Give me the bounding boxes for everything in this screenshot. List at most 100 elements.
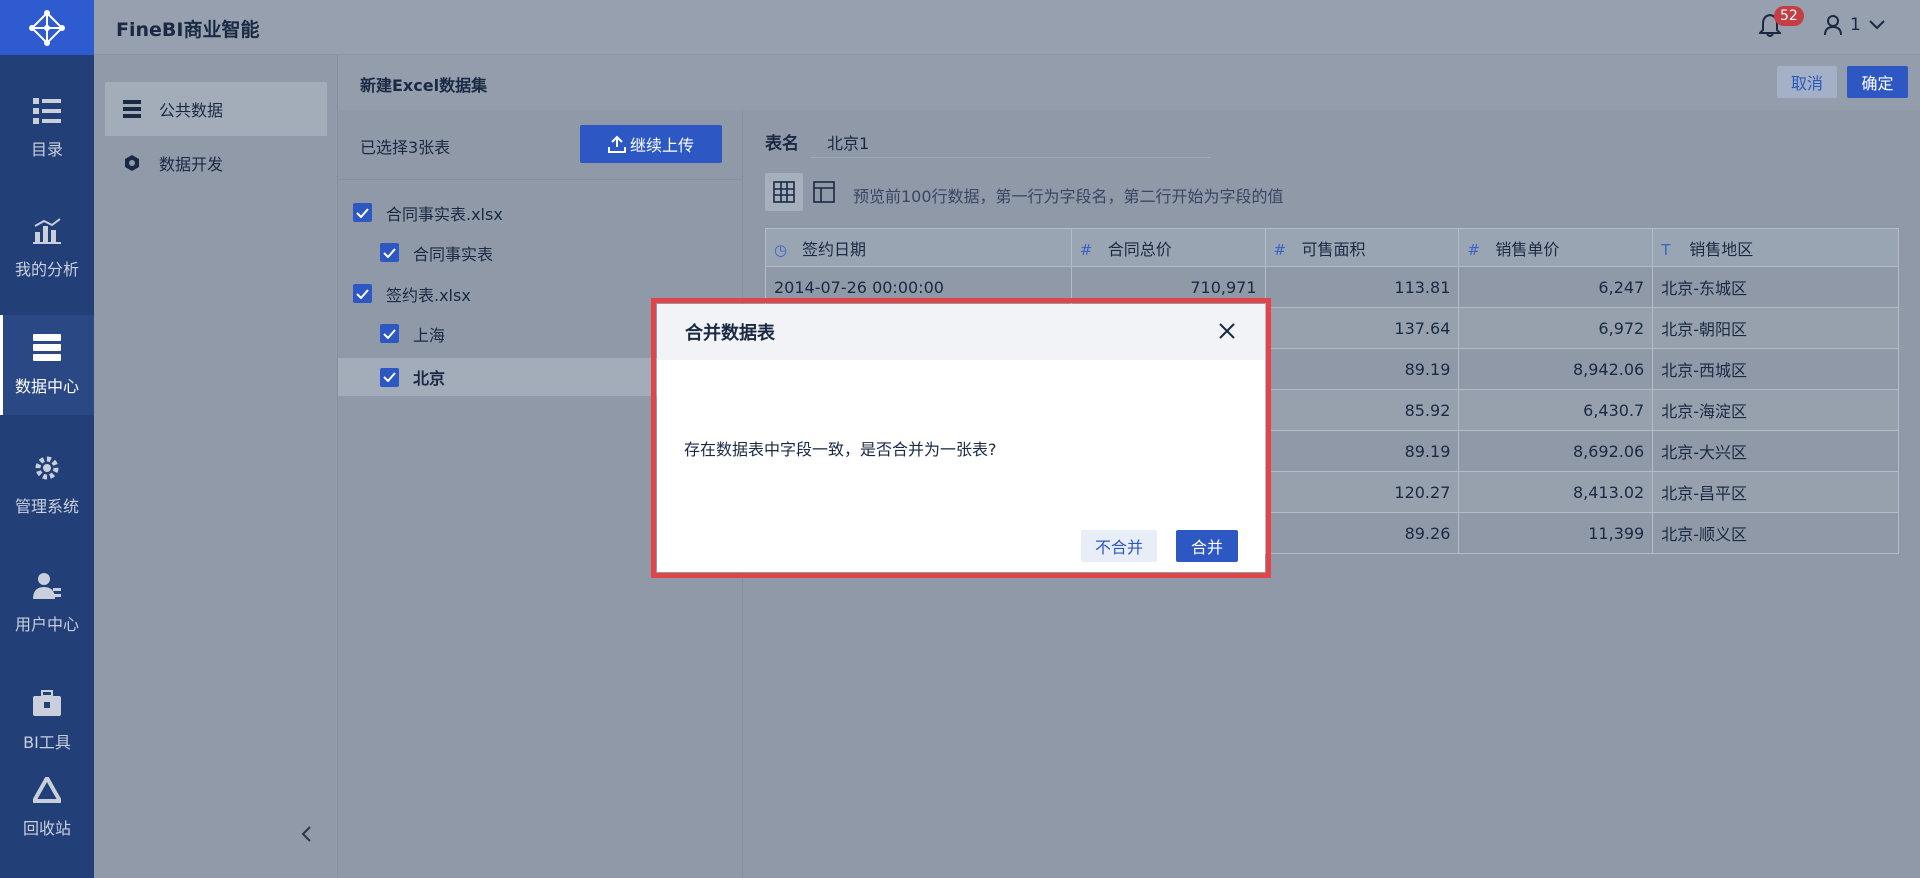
checkbox-checked-icon[interactable] [353, 284, 372, 303]
table-cell: 8,942.06 [1458, 348, 1654, 390]
table-cell: 北京-大兴区 [1652, 430, 1899, 472]
dialog-header: 合并数据表 [657, 304, 1265, 360]
notification-badge: 52 [1774, 6, 1804, 26]
table-cell: 120.27 [1264, 471, 1460, 513]
table-cell: 85.92 [1264, 389, 1460, 431]
layout-icon [813, 181, 835, 203]
table-cell: 北京-东城区 [1652, 266, 1899, 308]
column-name: 可售面积 [1301, 239, 1366, 259]
nav-item-data-center[interactable]: 数据中心 [0, 315, 94, 415]
table-cell: 11,399 [1458, 512, 1654, 554]
tree-item-file[interactable]: 合同事实表.xlsx [338, 196, 742, 229]
table-cell: 6,430.7 [1458, 389, 1654, 431]
catalog-icon [32, 96, 62, 126]
finebi-logo[interactable] [0, 0, 94, 55]
number-type-icon[interactable]: # [1467, 241, 1495, 259]
column-name: 销售单价 [1495, 239, 1560, 259]
table-cell: 北京-西城区 [1652, 348, 1899, 390]
table-cell: 北京-昌平区 [1652, 471, 1899, 513]
checkbox-checked-icon[interactable] [380, 367, 399, 387]
divider [338, 179, 742, 180]
table-cell: 北京-顺义区 [1652, 512, 1899, 554]
merge-button[interactable]: 合并 [1176, 530, 1238, 562]
number-type-icon[interactable]: # [1274, 241, 1302, 259]
upload-icon [607, 135, 626, 153]
nav-label: 目录 [30, 140, 63, 159]
table-name-label: 表名 [765, 134, 799, 154]
dialog-title: 合并数据表 [685, 323, 775, 344]
data-dev-icon [125, 155, 139, 171]
user-name: 1 [1850, 15, 1861, 35]
page-title: 新建Excel数据集 [360, 76, 488, 95]
table-cell: 6,247 [1458, 266, 1654, 308]
column-name: 合同总价 [1107, 239, 1172, 259]
main-nav: 目录 我的分析 数据中心 管理系统 用户中心 BI工具 回收站 [0, 0, 94, 878]
dataset-toolbar: 新建Excel数据集 取消 确定 [338, 55, 1920, 110]
merge-tables-dialog: 合并数据表 存在数据表中字段一致，是否合并为一张表? 不合并 合并 [657, 304, 1265, 572]
table-cell: 89.19 [1264, 348, 1460, 390]
tree-item-sheet[interactable]: 合同事实表 [338, 236, 742, 269]
collapse-sidebar-icon[interactable] [300, 825, 312, 847]
table-name-input[interactable]: 北京1 [811, 124, 1211, 158]
sidebar-item-data-dev[interactable]: 数据开发 [105, 136, 327, 190]
nav-item-user-center[interactable]: 用户中心 [0, 553, 94, 653]
selected-count: 已选择3张表 [360, 138, 451, 157]
table-cell: 113.81 [1264, 266, 1460, 308]
app-brand: FineBI商业智能 [116, 19, 260, 41]
table-cell: 89.19 [1264, 430, 1460, 472]
no-merge-button[interactable]: 不合并 [1081, 530, 1157, 562]
top-header: FineBI商业智能 52 1 [94, 0, 1920, 55]
column-header[interactable]: T 销售地区 [1652, 228, 1899, 267]
recycle-icon [32, 775, 62, 805]
sidebar-item-public-data[interactable]: 公共数据 [105, 82, 327, 136]
nav-label: 回收站 [22, 819, 71, 838]
logo-icon [29, 9, 65, 46]
column-header[interactable]: # 合同总价 [1070, 228, 1266, 267]
close-icon[interactable] [1217, 321, 1237, 346]
nav-label: 数据中心 [14, 377, 79, 396]
chevron-down-icon [1869, 20, 1885, 30]
nav-item-catalog[interactable]: 目录 [0, 78, 94, 178]
column-header[interactable]: # 可售面积 [1264, 228, 1460, 267]
table-cell: 8,413.02 [1458, 471, 1654, 513]
nav-item-recycle-bin[interactable]: 回收站 [0, 757, 94, 857]
data-center-icon [32, 333, 62, 363]
nav-item-admin[interactable]: 管理系统 [0, 435, 94, 535]
grid-view-button[interactable] [765, 173, 803, 211]
sidebar-item-label: 数据开发 [159, 155, 224, 174]
checkbox-checked-icon[interactable] [353, 203, 372, 222]
checkbox-checked-icon[interactable] [380, 324, 399, 343]
column-header[interactable]: # 销售单价 [1458, 228, 1654, 267]
dialog-message: 存在数据表中字段一致，是否合并为一张表? [684, 440, 997, 459]
continue-upload-button[interactable]: 继续上传 [580, 125, 722, 163]
checkbox-checked-icon[interactable] [380, 243, 399, 262]
tree-item-label: 签约表.xlsx [386, 285, 471, 305]
app-window: 目录 我的分析 数据中心 管理系统 用户中心 BI工具 回收站 FineBI商业… [0, 0, 1920, 878]
grid-icon [773, 181, 795, 203]
cancel-button[interactable]: 取消 [1777, 66, 1837, 98]
table-cell: 137.64 [1264, 307, 1460, 349]
analysis-icon [32, 216, 62, 246]
table-cell: 北京-朝阳区 [1652, 307, 1899, 349]
data-center-sidebar: 公共数据 数据开发 [94, 55, 338, 878]
layout-view-button[interactable] [805, 173, 843, 211]
column-header[interactable]: ◷ 签约日期 [765, 228, 1072, 267]
nav-label: BI工具 [23, 733, 71, 752]
tree-item-label: 合同事实表 [413, 244, 494, 264]
table-cell: 89.26 [1264, 512, 1460, 554]
column-name: 签约日期 [802, 239, 867, 259]
nav-item-bi-tools[interactable]: BI工具 [0, 671, 94, 771]
text-type-icon[interactable]: T [1661, 241, 1689, 259]
nav-label: 我的分析 [14, 260, 79, 279]
sidebar-item-label: 公共数据 [159, 101, 224, 120]
tree-item-label: 合同事实表.xlsx [386, 204, 503, 224]
user-icon [32, 571, 62, 601]
number-type-icon[interactable]: # [1080, 241, 1108, 259]
table-cell: 8,692.06 [1458, 430, 1654, 472]
nav-item-my-analysis[interactable]: 我的分析 [0, 198, 94, 298]
user-menu[interactable]: 1 [1824, 15, 1885, 35]
table-cell: 6,972 [1458, 307, 1654, 349]
date-type-icon[interactable]: ◷ [774, 241, 802, 259]
confirm-button[interactable]: 确定 [1847, 66, 1908, 98]
upload-label: 继续上传 [629, 136, 694, 155]
